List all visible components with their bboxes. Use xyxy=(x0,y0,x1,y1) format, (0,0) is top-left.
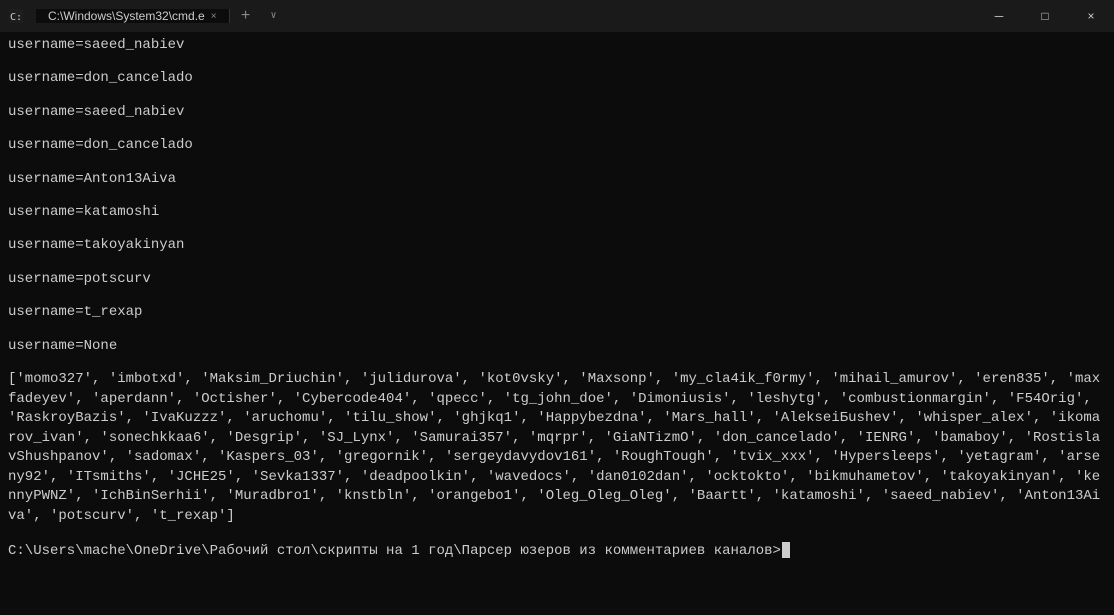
terminal-line xyxy=(8,158,1106,168)
terminal-line xyxy=(8,124,1106,134)
cmd-icon: C: xyxy=(8,8,24,24)
terminal-line: username=saeed_nabiev xyxy=(8,36,1106,56)
minimize-button[interactable]: ─ xyxy=(976,0,1022,32)
prompt-line[interactable]: C:\Users\mache\OneDrive\Рабочий стол\скр… xyxy=(8,542,1106,562)
terminal-line xyxy=(8,58,1106,68)
title-bar-left: C: C:\Windows\System32\cmd.e × + ∨ xyxy=(8,7,286,25)
window-controls: ─ □ × xyxy=(976,0,1114,32)
terminal-line: username=katamoshi xyxy=(8,203,1106,223)
terminal-line xyxy=(8,291,1106,301)
prompt-text: C:\Users\mache\OneDrive\Рабочий стол\скр… xyxy=(8,542,781,562)
terminal-line: username=Anton13Aiva xyxy=(8,170,1106,190)
terminal-line: ['momo327', 'imbotxd', 'Maksim_Driuchin'… xyxy=(8,370,1106,527)
terminal-line: username=t_rexap xyxy=(8,303,1106,323)
terminal-line xyxy=(8,258,1106,268)
terminal-line: username=don_cancelado xyxy=(8,136,1106,156)
tab-dropdown-button[interactable]: ∨ xyxy=(262,10,286,22)
maximize-button[interactable]: □ xyxy=(1022,0,1068,32)
terminal-line: username=saeed_nabiev xyxy=(8,103,1106,123)
terminal-line xyxy=(8,529,1106,539)
new-tab-button[interactable]: + xyxy=(230,7,262,25)
tabs-container: C:\Windows\System32\cmd.e × + ∨ xyxy=(36,7,286,25)
title-bar: C: C:\Windows\System32\cmd.e × + ∨ ─ □ × xyxy=(0,0,1114,32)
tab-cmd[interactable]: C:\Windows\System32\cmd.e × xyxy=(36,9,230,23)
terminal-line xyxy=(8,225,1106,235)
terminal-line: username=potscurv xyxy=(8,270,1106,290)
tab-close-button[interactable]: × xyxy=(211,11,217,22)
cursor xyxy=(782,542,790,558)
close-button[interactable]: × xyxy=(1068,0,1114,32)
terminal-line: username=don_cancelado xyxy=(8,69,1106,89)
terminal-output[interactable]: username=saeed_nabiev username=don_cancel… xyxy=(0,32,1114,615)
terminal-line: username=takoyakinyan xyxy=(8,236,1106,256)
terminal-line xyxy=(8,325,1106,335)
terminal-line: username=None xyxy=(8,337,1106,357)
svg-text:C:: C: xyxy=(10,12,22,23)
terminal-line xyxy=(8,191,1106,201)
tab-label: C:\Windows\System32\cmd.e xyxy=(48,9,205,23)
window: C: C:\Windows\System32\cmd.e × + ∨ ─ □ ×… xyxy=(0,0,1114,615)
terminal-line xyxy=(8,91,1106,101)
terminal-line xyxy=(8,358,1106,368)
